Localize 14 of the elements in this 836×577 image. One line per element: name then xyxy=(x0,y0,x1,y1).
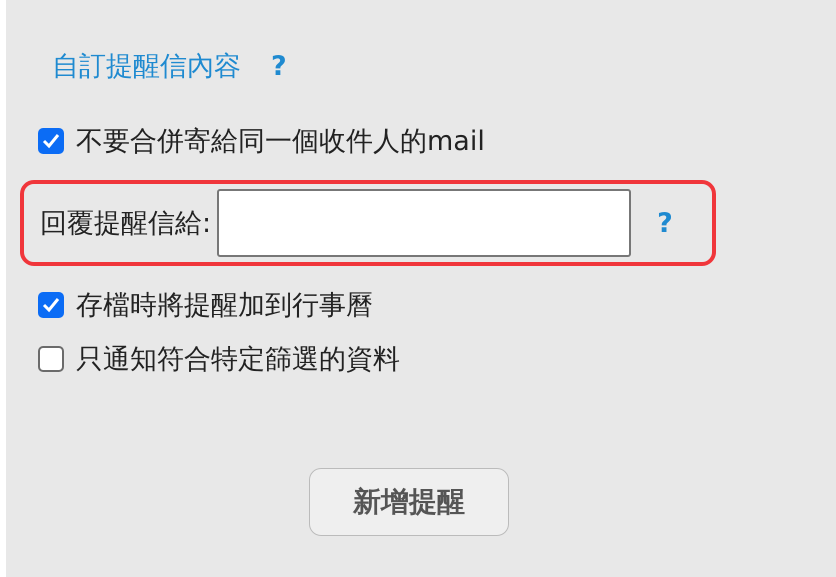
checkbox-label: 存檔時將提醒加到行事曆 xyxy=(76,289,373,323)
help-link[interactable]: ? xyxy=(657,208,673,238)
checkbox[interactable] xyxy=(38,346,64,372)
field-label: 回覆提醒信給: xyxy=(40,207,212,241)
input-field[interactable] xyxy=(217,189,632,257)
check-icon xyxy=(42,133,60,149)
checkbox[interactable] xyxy=(38,128,64,154)
customize-link[interactable]: 自訂提醒信內容 xyxy=(52,48,241,84)
add-reminder-button[interactable]: 新增提醒 xyxy=(309,468,509,536)
checkbox[interactable] xyxy=(38,292,64,318)
checkbox-label: 不要合併寄給同一個收件人的mail xyxy=(76,125,485,159)
checkbox-label: 只通知符合特定篩選的資料 xyxy=(76,343,400,377)
help-link[interactable]: ? xyxy=(271,50,287,82)
check-icon xyxy=(42,297,60,313)
